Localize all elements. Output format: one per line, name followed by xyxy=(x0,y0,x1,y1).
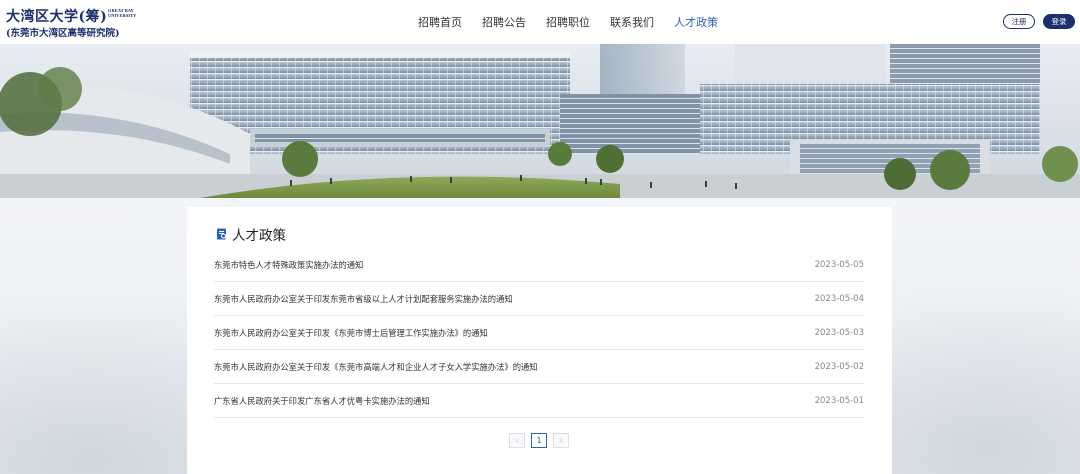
policy-row[interactable]: 东莞市人民政府办公室关于印发《东莞市高端人才和企业人才子女入学实施办法》的通知 … xyxy=(214,350,864,384)
policy-title[interactable]: 广东省人民政府关于印发广东省人才优粤卡实施办法的通知 xyxy=(214,395,430,407)
policy-date: 2023-05-01 xyxy=(814,395,864,406)
policy-title[interactable]: 东莞市人民政府办公室关于印发《东莞市高端人才和企业人才子女入学实施办法》的通知 xyxy=(214,361,538,373)
next-page-button[interactable]: › xyxy=(553,433,569,448)
policy-title[interactable]: 东莞市人民政府办公室关于印发《东莞市博士后管理工作实施办法》的通知 xyxy=(214,327,488,339)
document-icon xyxy=(217,228,228,240)
page-1-button[interactable]: 1 xyxy=(531,433,547,448)
section-title: 人才政策 xyxy=(216,225,286,244)
policy-date: 2023-05-04 xyxy=(814,293,864,304)
policy-list: 东莞市特色人才特殊政策实施办法的通知 2023-05-05 东莞市人民政府办公室… xyxy=(214,248,864,418)
top-header: 大湾区大学(筹) GREAT BAY UNIVERSITY (东莞市大湾区高等研… xyxy=(0,0,1080,44)
policy-row[interactable]: 东莞市特色人才特殊政策实施办法的通知 2023-05-05 xyxy=(214,248,864,282)
nav-item-recruit-notice[interactable]: 招聘公告 xyxy=(482,14,526,30)
nav-item-positions[interactable]: 招聘职位 xyxy=(546,14,590,30)
logo-name-cn: 大湾区大学(筹) xyxy=(6,9,108,25)
main-nav: 招聘首页 招聘公告 招聘职位 联系我们 人才政策 xyxy=(418,0,718,44)
logo-subtitle: (东莞市大湾区高等研究院) xyxy=(6,28,120,39)
register-button[interactable]: 注册 xyxy=(1003,14,1035,29)
section-title-text: 人才政策 xyxy=(232,228,286,244)
pagination: ‹ 1 › xyxy=(509,433,569,448)
policy-title[interactable]: 东莞市人民政府办公室关于印发东莞市省级以上人才计划配套服务实施办法的通知 xyxy=(214,293,513,305)
policy-row[interactable]: 广东省人民政府关于印发广东省人才优粤卡实施办法的通知 2023-05-01 xyxy=(214,384,864,418)
policy-date: 2023-05-05 xyxy=(814,259,864,270)
nav-item-recruit-home[interactable]: 招聘首页 xyxy=(418,14,462,30)
policy-row[interactable]: 东莞市人民政府办公室关于印发《东莞市博士后管理工作实施办法》的通知 2023-0… xyxy=(214,316,864,350)
campus-banner xyxy=(0,44,1080,198)
policy-card: 人才政策 东莞市特色人才特殊政策实施办法的通知 2023-05-05 东莞市人民… xyxy=(187,207,892,474)
policy-row[interactable]: 东莞市人民政府办公室关于印发东莞市省级以上人才计划配套服务实施办法的通知 202… xyxy=(214,282,864,316)
policy-title[interactable]: 东莞市特色人才特殊政策实施办法的通知 xyxy=(214,259,363,271)
policy-date: 2023-05-02 xyxy=(814,361,864,372)
login-button[interactable]: 登录 xyxy=(1043,14,1075,29)
nav-item-talent-policy[interactable]: 人才政策 xyxy=(674,14,718,30)
campus-banner-image xyxy=(0,44,1080,198)
logo-name-en: GREAT BAY UNIVERSITY xyxy=(108,8,137,18)
policy-date: 2023-05-03 xyxy=(814,327,864,338)
nav-item-contact[interactable]: 联系我们 xyxy=(610,14,654,30)
university-logo[interactable]: 大湾区大学(筹) GREAT BAY UNIVERSITY (东莞市大湾区高等研… xyxy=(6,4,136,40)
prev-page-button[interactable]: ‹ xyxy=(509,433,525,448)
